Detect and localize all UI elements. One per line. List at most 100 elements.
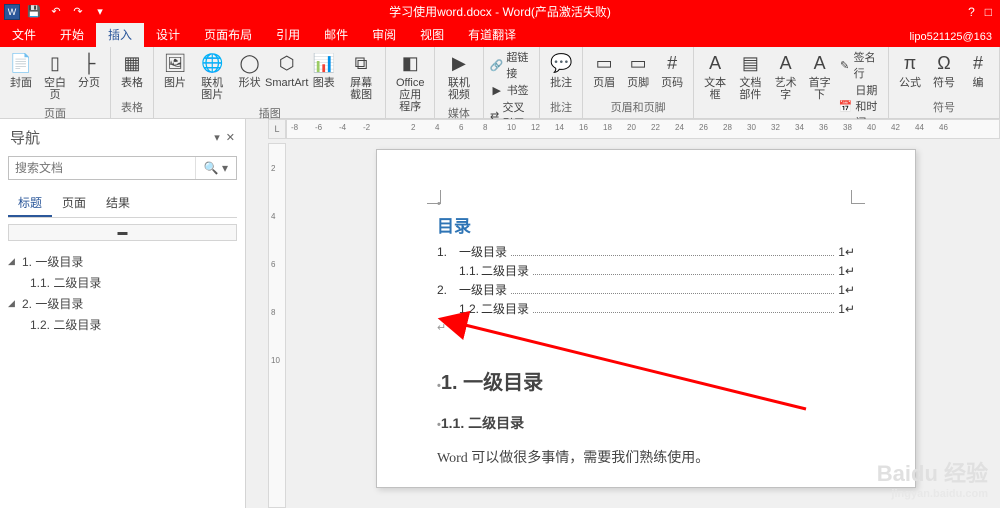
ribbon-button[interactable]: 💬批注 <box>546 49 576 91</box>
navpane-tree: ◢ 1. 一级目录 1.1. 二级目录◢2. 一级目录 1.2. 二级目录 <box>0 247 245 339</box>
ribbon-label: 屏幕截图 <box>346 77 377 101</box>
ribbon-button[interactable]: ├分页 <box>74 49 104 91</box>
margin-mark-icon <box>851 190 865 204</box>
ribbon-button[interactable]: A文本框 <box>700 49 730 103</box>
ribbon-label: 符号 <box>933 77 955 89</box>
account-label[interactable]: lipo521125@163 <box>901 27 1000 47</box>
navtab-results[interactable]: 结果 <box>96 190 140 217</box>
ribbon-button[interactable]: #编 <box>963 49 993 91</box>
document-page[interactable]: • 目录 1.一级目录1↵1.1.二级目录1↵2.一级目录1↵1.2.二级目录1… <box>376 149 916 488</box>
ribbon-icon: ✎ <box>839 58 851 72</box>
body-text: Word 可以做很多事情，需要我们熟练使用。 <box>437 447 855 467</box>
ribbon-button[interactable]: ◧Office应用程序 <box>392 49 428 115</box>
toc-block: 1.一级目录1↵ 1.1.二级目录1↵ 2.一级目录1↵ 1.2.二级目录1↵ <box>437 243 855 317</box>
toc-entry[interactable]: 2.一级目录1↵ <box>437 281 855 298</box>
ribbon-icon: ◯ <box>238 51 262 75</box>
navtab-pages[interactable]: 页面 <box>52 190 96 217</box>
ribbon-icon: A <box>808 51 832 75</box>
ribbon-label: 首字下 <box>808 77 832 101</box>
ribbon-button[interactable]: A艺术字 <box>771 49 801 103</box>
ribbon-small-button[interactable]: ✎签名行 <box>839 49 882 81</box>
horizontal-ruler[interactable]: L -8-6-4-2246810121416182022242628303234… <box>268 119 1000 139</box>
ribbon-group: A文本框▤文档部件A艺术字A首字下✎签名行📅日期和时间□对象文本 <box>694 47 889 118</box>
tab-view[interactable]: 视图 <box>408 22 456 47</box>
ribbon-button[interactable]: ▭页脚 <box>623 49 653 91</box>
tab-layout[interactable]: 页面布局 <box>192 22 264 47</box>
ribbon-button[interactable]: 📄封面 <box>6 49 36 91</box>
ribbon-icon: ▭ <box>626 51 650 75</box>
ribbon-icon: # <box>660 51 684 75</box>
ribbon-icon: ▦ <box>120 51 144 75</box>
navpane-close-icon[interactable]: ✕ <box>226 131 235 144</box>
ribbon-icon: ▤ <box>738 51 762 75</box>
tree-label: 1. 一级目录 <box>22 253 83 270</box>
ribbon-label: 页眉 <box>593 77 615 89</box>
tree-node[interactable]: ◢ 1. 一级目录 <box>8 251 237 272</box>
ribbon-label: 联机图片 <box>197 77 228 101</box>
tab-references[interactable]: 引用 <box>264 22 312 47</box>
tab-youdao[interactable]: 有道翻译 <box>456 22 528 47</box>
tab-mailings[interactable]: 邮件 <box>312 22 360 47</box>
navpane-search[interactable]: 🔍 ▾ <box>8 156 237 180</box>
tree-arrow-icon: ◢ <box>8 256 18 267</box>
vertical-ruler[interactable]: 246810 <box>268 143 286 508</box>
ribbon-button[interactable]: 🖼图片 <box>160 49 190 91</box>
tree-node[interactable]: 1.2. 二级目录 <box>8 314 237 335</box>
qat-more-icon[interactable]: ▾ <box>92 4 108 20</box>
navpane-level-selector[interactable]: ▬ <box>8 224 237 241</box>
ribbon-button[interactable]: π公式 <box>895 49 925 91</box>
ribbon-button[interactable]: A首字下 <box>805 49 835 103</box>
ribbon-button[interactable]: ◯形状 <box>235 49 265 91</box>
toc-page: 1↵ <box>838 245 855 259</box>
toc-entry[interactable]: 1.2.二级目录1↵ <box>437 300 855 317</box>
ribbon-display-icon[interactable]: □ <box>985 5 992 19</box>
tree-node[interactable]: ◢2. 一级目录 <box>8 293 237 314</box>
ribbon-button[interactable]: 📊图表 <box>309 49 339 91</box>
ribbon-button[interactable]: #页码 <box>657 49 687 91</box>
ribbon-button[interactable]: ⧉屏幕截图 <box>343 49 380 103</box>
ribbon-button[interactable]: ▭页眉 <box>589 49 619 91</box>
ribbon-button[interactable]: ⬡SmartArt <box>269 49 305 91</box>
ribbon-icon: 💬 <box>549 51 573 75</box>
title-bar: W 💾 ↶ ↷ ▾ 学习使用word.docx - Word(产品激活失败) ?… <box>0 0 1000 23</box>
ribbon-label: Office应用程序 <box>395 77 425 113</box>
tab-file[interactable]: 文件 <box>0 22 48 47</box>
ribbon-group-label: 页眉和页脚 <box>611 97 666 118</box>
search-icon[interactable]: 🔍 ▾ <box>195 157 236 179</box>
ribbon-icon: ⬡ <box>275 51 299 75</box>
toc-entry[interactable]: 1.一级目录1↵ <box>437 243 855 260</box>
paragraph-mark-icon: • <box>437 198 855 210</box>
ribbon-small-button[interactable]: ▶书签 <box>490 82 533 98</box>
ribbon-button[interactable]: ▶联机视频 <box>441 49 477 103</box>
ribbon-label: 封面 <box>10 77 32 89</box>
search-input[interactable] <box>9 161 195 175</box>
ribbon-button[interactable]: Ω符号 <box>929 49 959 91</box>
navtab-headings[interactable]: 标题 <box>8 190 52 217</box>
ribbon-button[interactable]: ▦表格 <box>117 49 147 91</box>
save-icon[interactable]: 💾 <box>26 4 42 20</box>
redo-icon[interactable]: ↷ <box>70 4 86 20</box>
undo-icon[interactable]: ↶ <box>48 4 64 20</box>
toc-entry[interactable]: 1.1.二级目录1↵ <box>437 262 855 279</box>
ribbon-label: 编 <box>972 77 983 89</box>
ribbon-label: 书签 <box>507 82 529 98</box>
tab-home[interactable]: 开始 <box>48 22 96 47</box>
ribbon-label: 空白页 <box>43 77 67 101</box>
ribbon-icon: ⧉ <box>349 51 373 75</box>
navpane-dropdown-icon[interactable]: ▾ <box>214 131 220 144</box>
tree-node[interactable]: 1.1. 二级目录 <box>8 272 237 293</box>
ribbon-small-button[interactable]: 🔗超链接 <box>490 49 533 81</box>
toc-num: 1.2. <box>459 302 481 316</box>
navigation-pane: 导航 ▾ ✕ 🔍 ▾ 标题 页面 结果 ▬ ◢1. 一级目录1.1. 二级目录◢… <box>0 119 246 508</box>
ribbon-button[interactable]: 🌐联机图片 <box>194 49 231 103</box>
tab-review[interactable]: 审阅 <box>360 22 408 47</box>
tab-design[interactable]: 设计 <box>144 22 192 47</box>
ribbon-icon: 🔗 <box>490 58 504 72</box>
help-icon[interactable]: ? <box>968 5 975 19</box>
ribbon-button[interactable]: ▯空白页 <box>40 49 70 103</box>
toc-text: 一级目录 <box>459 281 507 298</box>
ribbon-label: 分页 <box>78 77 100 89</box>
tree-label: 1.2. 二级目录 <box>30 316 101 333</box>
ribbon-button[interactable]: ▤文档部件 <box>734 49 766 103</box>
tab-insert[interactable]: 插入 <box>96 22 144 47</box>
